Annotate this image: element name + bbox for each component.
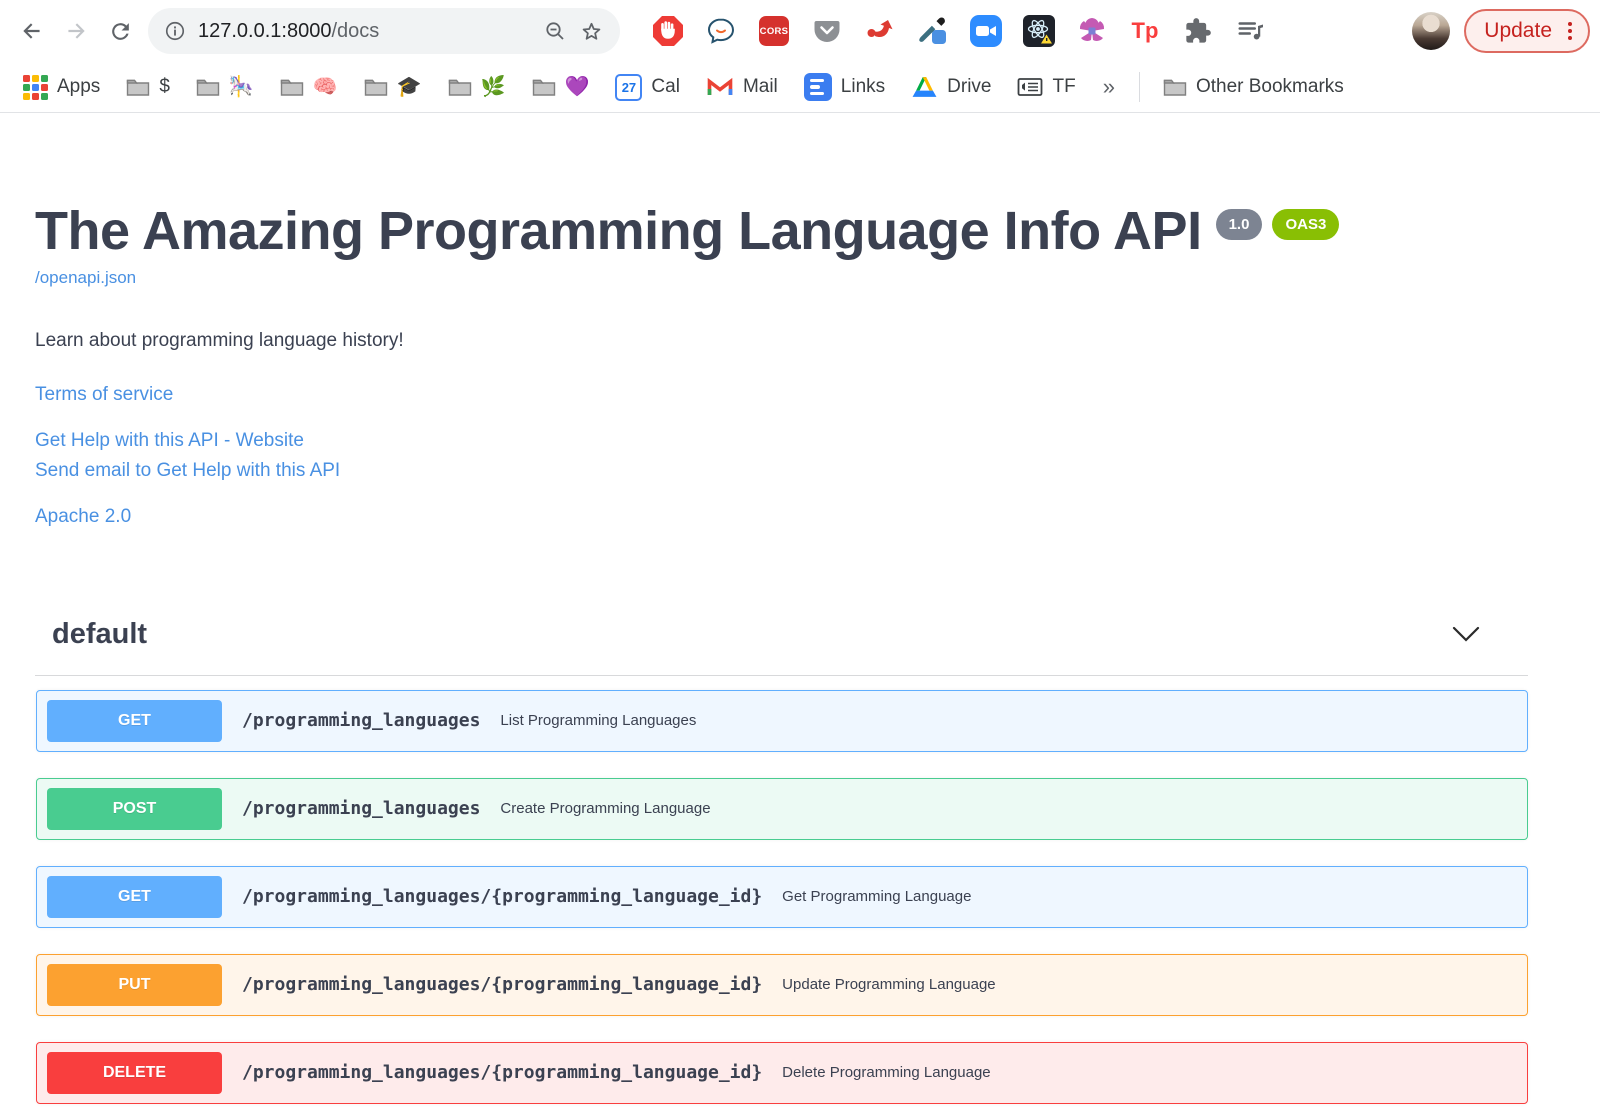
back-icon xyxy=(23,23,40,39)
operation-path: /programming_languages/{programming_lang… xyxy=(242,886,763,908)
profile-avatar[interactable] xyxy=(1412,12,1451,50)
reload-icon xyxy=(111,22,129,40)
bookmark-drive[interactable]: Drive xyxy=(902,70,1000,104)
operation-path: /programming_languages/{programming_lang… xyxy=(242,1062,763,1084)
google-drive-icon xyxy=(912,77,937,97)
operation-summary: List Programming Languages xyxy=(500,712,697,730)
api-description: Learn about programming language history… xyxy=(35,329,404,351)
browser-menu-icon[interactable] xyxy=(1562,18,1578,44)
operation-get-one[interactable]: GET /programming_languages/{programming_… xyxy=(36,865,1528,928)
extensions-puzzle-icon[interactable] xyxy=(1182,15,1214,47)
section-header-default[interactable]: default xyxy=(35,618,1528,676)
bookmarks-overflow-chevron[interactable]: » xyxy=(1093,74,1125,100)
bookmark-calendar[interactable]: 27 Cal xyxy=(606,69,689,106)
adblock-extension-icon[interactable] xyxy=(652,15,684,47)
pinwheel-extension-icon[interactable] xyxy=(1076,15,1108,47)
back-button[interactable] xyxy=(10,9,54,53)
bookmark-apps[interactable]: Apps xyxy=(14,70,109,105)
version-badge: 1.0 xyxy=(1215,209,1263,240)
operation-get-list[interactable]: GET /programming_languages List Programm… xyxy=(36,689,1528,752)
bookmark-links[interactable]: Links xyxy=(795,68,894,106)
toggl-extension-icon[interactable]: Tp xyxy=(1129,15,1161,47)
share-extension-icon[interactable] xyxy=(864,15,896,47)
operation-path: /programming_languages xyxy=(242,710,481,732)
api-badges: 1.0 OAS3 xyxy=(1215,209,1340,240)
license-link[interactable]: Apache 2.0 xyxy=(35,506,1528,528)
bookmark-mail[interactable]: Mail xyxy=(697,71,787,103)
card-icon xyxy=(1018,78,1043,96)
operation-summary: Delete Programming Language xyxy=(782,1064,991,1082)
other-bookmarks-button[interactable]: Other Bookmarks xyxy=(1154,71,1353,103)
openapi-spec-link[interactable]: /openapi.json xyxy=(35,268,136,288)
zoom-extension-icon[interactable] xyxy=(970,15,1002,47)
folder-icon xyxy=(196,79,220,96)
folder-icon xyxy=(280,79,303,96)
chat-extension-icon[interactable] xyxy=(705,15,737,47)
oas3-badge: OAS3 xyxy=(1272,209,1340,240)
operation-delete[interactable]: DELETE /programming_languages/{programmi… xyxy=(36,1041,1528,1104)
bookmark-folder-heart[interactable]: 💜 xyxy=(523,72,599,102)
chevron-down-icon[interactable] xyxy=(1452,626,1480,642)
operation-summary: Create Programming Language xyxy=(500,800,711,818)
bookmark-folder-herb[interactable]: 🌿 xyxy=(439,72,515,102)
reload-button[interactable] xyxy=(98,9,142,53)
address-bar[interactable]: 127.0.0.1:8000/docs xyxy=(148,8,620,54)
update-label: Update xyxy=(1484,19,1552,42)
method-badge: GET xyxy=(47,875,222,918)
method-badge: DELETE xyxy=(47,1051,222,1094)
bookmark-folder-dollar[interactable]: $ xyxy=(117,71,179,103)
section-title: default xyxy=(52,617,148,650)
swagger-docs-page: The Amazing Programming Language Info AP… xyxy=(0,113,1600,1104)
folder-icon xyxy=(448,79,471,96)
folder-icon xyxy=(364,79,387,96)
update-button[interactable]: Update xyxy=(1464,9,1590,53)
api-title-row: The Amazing Programming Language Info AP… xyxy=(35,203,1528,260)
playlist-icon[interactable] xyxy=(1235,15,1267,47)
contact-website-link[interactable]: Get Help with this API - Website xyxy=(35,430,1528,452)
terms-of-service-link[interactable]: Terms of service xyxy=(35,384,1528,406)
google-calendar-icon: 27 xyxy=(615,73,643,101)
forward-button[interactable] xyxy=(54,9,98,53)
operation-summary: Update Programming Language xyxy=(782,976,996,994)
operation-put-update[interactable]: PUT /programming_languages/{programming_… xyxy=(36,953,1528,1016)
operations-list: GET /programming_languages List Programm… xyxy=(35,689,1528,1104)
operation-path: /programming_languages xyxy=(242,798,481,820)
bookmark-folder-graduation[interactable]: 🎓 xyxy=(355,72,431,102)
react-devtools-extension-icon[interactable] xyxy=(1023,15,1055,47)
operation-path: /programming_languages/{programming_lang… xyxy=(242,974,763,996)
browser-toolbar: 127.0.0.1:8000/docs CORS Tp Update xyxy=(0,0,1600,62)
operation-post-create[interactable]: POST /programming_languages Create Progr… xyxy=(36,777,1528,840)
bookmark-folder-brain[interactable]: 🧠 xyxy=(271,72,347,102)
site-info-icon[interactable] xyxy=(164,20,186,42)
cors-extension-icon[interactable]: CORS xyxy=(758,15,790,47)
gmail-icon xyxy=(707,77,733,95)
bookmark-star-icon[interactable] xyxy=(579,19,604,44)
folder-icon xyxy=(127,79,150,96)
extensions-row: CORS Tp xyxy=(652,15,1396,47)
method-badge: GET xyxy=(47,699,222,742)
bookmark-tf[interactable]: TF xyxy=(1008,71,1084,103)
url-text[interactable]: 127.0.0.1:8000/docs xyxy=(198,20,531,43)
operation-summary: Get Programming Language xyxy=(782,888,972,906)
bookmark-folder-carousel[interactable]: 🎠 xyxy=(187,72,263,102)
apps-grid-icon xyxy=(23,74,48,100)
bookmarks-divider xyxy=(1138,72,1140,102)
folder-icon xyxy=(1163,79,1187,96)
zoom-out-icon[interactable] xyxy=(543,19,567,43)
method-badge: PUT xyxy=(47,963,222,1006)
color-picker-extension-icon[interactable] xyxy=(917,15,949,47)
folder-icon xyxy=(532,79,555,96)
forward-icon xyxy=(68,23,85,39)
method-badge: POST xyxy=(47,787,222,830)
page-title: The Amazing Programming Language Info AP… xyxy=(35,201,1202,261)
pocket-extension-icon[interactable] xyxy=(811,15,843,47)
contact-email-link[interactable]: Send email to Get Help with this API xyxy=(35,460,1528,482)
bookmarks-bar: Apps $ 🎠 🧠 🎓 🌿 💜 27 Cal Mail Links Drive… xyxy=(0,62,1600,113)
links-list-icon xyxy=(803,73,832,101)
